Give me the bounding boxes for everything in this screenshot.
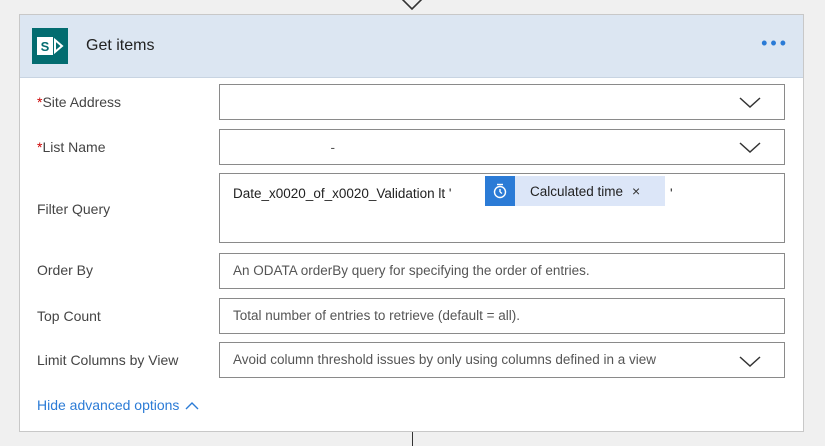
top-count-placeholder: Total number of entries to retrieve (def… bbox=[233, 308, 521, 323]
list-name-dropdown[interactable]: - bbox=[219, 129, 785, 165]
svg-text:S: S bbox=[41, 39, 50, 54]
flow-arrow-icon bbox=[401, 0, 423, 11]
flow-connector-line bbox=[412, 432, 413, 446]
calculated-time-token[interactable]: Calculated time × bbox=[485, 176, 665, 206]
chevron-down-icon[interactable] bbox=[739, 356, 761, 368]
filter-query-input[interactable]: Date_x0020_of_x0020_Validation lt ' Calc… bbox=[219, 173, 785, 243]
filter-query-label: Filter Query bbox=[37, 201, 111, 217]
clock-icon bbox=[485, 176, 515, 206]
order-by-input[interactable]: An ODATA orderBy query for specifying th… bbox=[219, 253, 785, 289]
token-remove-button[interactable]: × bbox=[632, 183, 640, 199]
sharepoint-icon: S bbox=[32, 28, 68, 64]
filter-query-suffix: ' bbox=[670, 186, 673, 201]
list-name-label: *List Name bbox=[37, 139, 106, 155]
chevron-down-icon[interactable] bbox=[739, 97, 761, 109]
limit-columns-label: Limit Columns by View bbox=[37, 352, 179, 368]
chevron-down-icon[interactable] bbox=[739, 142, 761, 154]
order-by-label: Order By bbox=[37, 262, 94, 278]
get-items-card: S Get items ••• *Site Address *List Name… bbox=[19, 14, 804, 432]
site-address-dropdown[interactable] bbox=[219, 84, 785, 120]
top-count-label: Top Count bbox=[37, 308, 101, 324]
chevron-up-icon bbox=[185, 401, 199, 409]
filter-query-value: Date_x0020_of_x0020_Validation lt ' bbox=[233, 186, 452, 201]
card-title: Get items bbox=[86, 37, 155, 54]
token-label: Calculated time bbox=[530, 183, 624, 199]
site-address-label: *Site Address bbox=[37, 94, 122, 110]
more-options-button[interactable]: ••• bbox=[761, 34, 789, 52]
limit-columns-placeholder: Avoid column threshold issues by only us… bbox=[233, 352, 656, 367]
top-count-input[interactable]: Total number of entries to retrieve (def… bbox=[219, 298, 785, 334]
card-header[interactable]: S Get items ••• bbox=[20, 15, 803, 78]
list-name-value: - bbox=[233, 140, 336, 155]
order-by-placeholder: An ODATA orderBy query for specifying th… bbox=[233, 263, 590, 278]
limit-columns-dropdown[interactable]: Avoid column threshold issues by only us… bbox=[219, 342, 785, 378]
hide-advanced-options-link[interactable]: Hide advanced options bbox=[37, 397, 199, 413]
